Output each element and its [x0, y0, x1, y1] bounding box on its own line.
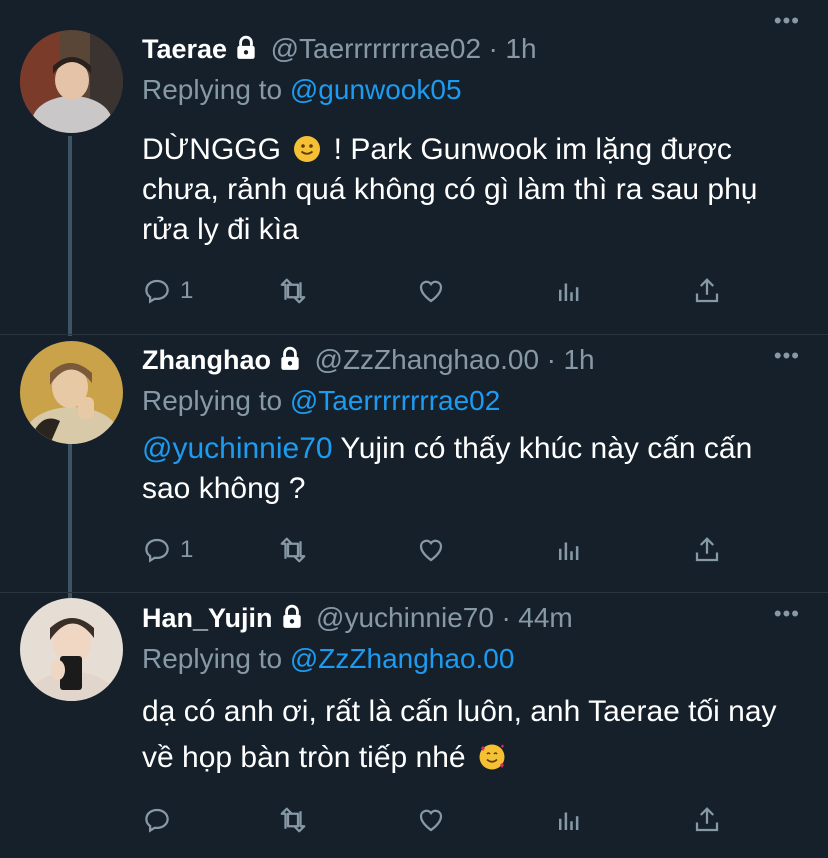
reply-count: 1: [180, 536, 194, 563]
tweet[interactable]: Taerae @Taerrrrrrrrae02 · 1h ••• Replyin…: [0, 0, 828, 334]
share-icon: [695, 807, 719, 832]
heart-icon: [419, 809, 443, 832]
separator-dot: ·: [488, 33, 498, 64]
separator-dot: ·: [546, 344, 556, 375]
tweet[interactable]: Zhanghao @ZzZhanghao.00 · 1h ••• Replyin…: [0, 334, 828, 592]
lock-icon: [279, 604, 305, 637]
reply-button[interactable]: 1: [142, 274, 193, 308]
avatar[interactable]: [20, 598, 123, 701]
share-button[interactable]: [692, 274, 722, 308]
like-button[interactable]: [416, 533, 446, 567]
more-icon[interactable]: •••: [774, 8, 800, 34]
share-icon: [695, 278, 719, 303]
tweet-header: Han_Yujin @yuchinnie70 · 44m: [142, 602, 808, 638]
replying-to: Replying to @ZzZhanghao.00: [142, 643, 514, 675]
display-name[interactable]: Zhanghao: [142, 345, 271, 375]
action-bar: 1: [142, 533, 742, 567]
like-button[interactable]: [416, 803, 446, 837]
analytics-icon: [559, 542, 579, 560]
analytics-button[interactable]: [554, 803, 584, 837]
like-button[interactable]: [416, 274, 446, 308]
tweet-text: DỪNGGG ! Park Gunwook im lặng được chưa,…: [142, 130, 798, 250]
heart-icon: [419, 280, 443, 303]
replying-to: Replying to @Taerrrrrrrrae02: [142, 385, 500, 417]
replying-to-prefix: Replying to: [142, 643, 283, 674]
more-icon[interactable]: •••: [774, 601, 800, 627]
retweet-button[interactable]: [278, 533, 308, 567]
tweet-header: Zhanghao @ZzZhanghao.00 · 1h: [142, 344, 808, 380]
replying-to-prefix: Replying to: [142, 385, 283, 416]
analytics-icon: [559, 812, 579, 830]
replying-to-link[interactable]: @Taerrrrrrrrae02: [290, 385, 500, 416]
display-name[interactable]: Taerae: [142, 34, 227, 64]
reply-count: 1: [180, 277, 194, 304]
retweet-icon: [280, 537, 306, 563]
handle[interactable]: @yuchinnie70: [316, 602, 494, 633]
replying-to-link[interactable]: @gunwook05: [290, 74, 462, 105]
action-bar: 1: [142, 274, 742, 308]
reply-icon: [145, 538, 169, 563]
reply-button[interactable]: [142, 803, 180, 837]
retweet-icon: [280, 807, 306, 833]
analytics-icon: [559, 283, 579, 301]
retweet-button[interactable]: [278, 274, 308, 308]
mention-link[interactable]: @yuchinnie70: [142, 432, 333, 465]
lock-icon: [277, 346, 303, 379]
reply-icon: [145, 808, 169, 833]
tweet[interactable]: Han_Yujin @yuchinnie70 · 44m ••• Replyin…: [0, 592, 828, 858]
tweet-text: @yuchinnie70 Yujin có thấy khúc này cấn …: [142, 429, 798, 509]
display-name[interactable]: Han_Yujin: [142, 603, 273, 633]
avatar[interactable]: [20, 341, 123, 444]
share-button[interactable]: [692, 533, 722, 567]
smiling-face-with-hearts-icon: [478, 739, 506, 770]
timestamp[interactable]: 44m: [518, 602, 572, 633]
replying-to: Replying to @gunwook05: [142, 74, 462, 106]
avatar[interactable]: [20, 30, 123, 133]
action-bar: [142, 803, 742, 837]
share-icon: [695, 537, 719, 562]
retweet-button[interactable]: [278, 803, 308, 837]
timestamp[interactable]: 1h: [563, 344, 594, 375]
tweet-text-part: DỪNGGG: [142, 133, 281, 166]
more-icon[interactable]: •••: [774, 343, 800, 369]
reply-button[interactable]: 1: [142, 533, 193, 567]
slightly-smiling-face-icon: [293, 134, 321, 162]
tweet-text: dạ có anh ơi, rất là cấn luôn, anh Taera…: [142, 689, 798, 781]
tweet-header: Taerae @Taerrrrrrrrae02 · 1h: [142, 33, 808, 69]
replying-to-link[interactable]: @ZzZhanghao.00: [290, 643, 515, 674]
handle[interactable]: @ZzZhanghao.00: [315, 344, 540, 375]
reply-icon: [145, 279, 169, 304]
timestamp[interactable]: 1h: [505, 33, 536, 64]
retweet-icon: [280, 278, 306, 304]
separator-dot: ·: [501, 602, 511, 633]
share-button[interactable]: [692, 803, 722, 837]
analytics-button[interactable]: [554, 533, 584, 567]
heart-icon: [419, 539, 443, 562]
replying-to-prefix: Replying to: [142, 74, 283, 105]
analytics-button[interactable]: [554, 274, 584, 308]
handle[interactable]: @Taerrrrrrrrae02: [271, 33, 481, 64]
lock-icon: [233, 35, 259, 68]
tweet-text-part: dạ có anh ơi, rất là cấn luôn, anh Taera…: [142, 695, 777, 774]
